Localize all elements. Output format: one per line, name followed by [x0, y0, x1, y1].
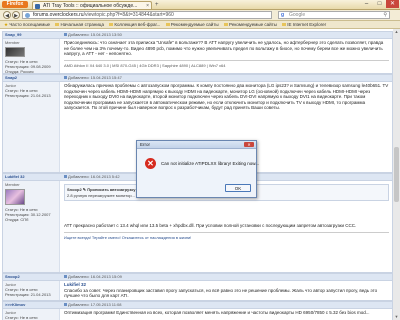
post-body: Оптимизация программ! Единственная из вс… — [64, 310, 389, 316]
post-text: Спасибо за совет. Через планировщик заст… — [64, 287, 378, 299]
post-marker-icon — [64, 275, 67, 278]
dialog-title: Error — [140, 142, 150, 147]
post-body: Обнаружилась причина проблемы с автозапу… — [64, 83, 389, 111]
bookmark-item[interactable]: ★ Часто посещаемые — [4, 21, 50, 28]
quote-text: 2.8 ручную перезагрузите монитор... — [67, 192, 135, 198]
forum-post: >>>Klimov Добавлено: 17.05.2013 11:08 Ju… — [2, 301, 393, 320]
scroll-down-icon[interactable]: ▼ — [393, 314, 400, 320]
post-header: >>>Klimov Добавлено: 17.05.2013 11:08 — [3, 302, 392, 309]
site-identity-icon[interactable] — [25, 13, 30, 18]
bookmark-star-icon: ★ — [4, 22, 9, 27]
new-tab-button[interactable]: + — [155, 1, 159, 9]
folder-icon — [282, 23, 287, 26]
post-body: Lukifiel 32 Спасибо за совет. Через план… — [64, 282, 389, 299]
post-signature[interactable]: Ищите всегда! Теряйте смело! Откажитесь … — [64, 231, 389, 241]
bookmark-item[interactable]: Рекомендуемые сайты — [224, 21, 277, 28]
post-date: Добавлено: 17.05.2013 11:08 — [64, 302, 122, 308]
search-icon[interactable]: ⚲ — [383, 12, 387, 19]
folder-icon — [165, 23, 170, 26]
url-bar[interactable]: forums.overclockers.ru/viewtopic.php?f=8… — [22, 11, 272, 19]
forward-button[interactable]: ▶ — [12, 11, 20, 19]
post-author[interactable]: Lukifiel 32 — [5, 174, 25, 180]
ok-button[interactable]: OK — [225, 184, 251, 192]
url-path: /viewtopic.php?f=8&t=314844&start=960 — [83, 12, 174, 18]
back-button[interactable]: ◀ — [3, 11, 11, 19]
post-marker-icon — [64, 33, 67, 36]
user-info: Member Статус: Не в сети Регистрация: 30… — [3, 181, 60, 272]
minimize-button[interactable]: – — [360, 0, 373, 8]
post-text: Обнаружилась причина проблемы с автозапу… — [64, 83, 389, 111]
forum-post: Snoop2 Добавлено: 16.04.2013 15:09 Junio… — [2, 273, 393, 301]
url-domain: forums.overclockers.ru — [33, 12, 84, 18]
post-author[interactable]: Snap2 — [5, 75, 17, 81]
bookmark-item[interactable]: Коллекция веб-фраг... — [109, 21, 160, 28]
post-header: Snap_99 Добавлено: 15.04.2013 13:50 — [3, 32, 392, 39]
bookmarks-bar: ★ Часто посещаемые Начальная страница Ко… — [0, 21, 400, 29]
post-body: Присоединяюсь: что означает эта приписка… — [64, 40, 389, 68]
search-placeholder: Google — [289, 12, 306, 18]
quote-author[interactable]: Lukifiel 32 — [64, 282, 86, 287]
dialog-titlebar: Error ✕ — [137, 141, 256, 149]
user-location: Откуда: СПб — [5, 217, 29, 222]
post-date: Добавлено: 16.04.2013 15:09 — [64, 274, 122, 280]
post-date: Добавлено: 15.04.2013 13:50 — [64, 32, 122, 38]
maximize-button[interactable]: □ — [373, 0, 386, 8]
user-info: Junior Статус: Не в сети Регистрация: 21… — [3, 82, 60, 172]
user-status: Статус: Не в сети — [5, 315, 38, 320]
post-author[interactable]: >>>Klimov — [5, 302, 25, 308]
post-header: Snoop2 Добавлено: 16.04.2013 15:09 — [3, 274, 392, 281]
bookmark-item[interactable]: Рекомендуемые сайты — [165, 21, 219, 28]
navigation-bar: ◀ ▶ forums.overclockers.ru/viewtopic.php… — [0, 10, 400, 21]
tab-favicon-icon — [35, 4, 40, 9]
post-text: ATT прекрасно работает с 13.4 whql или 1… — [64, 223, 357, 229]
page-scrollbar[interactable]: ▲ ▼ — [393, 29, 400, 320]
user-registered: Регистрация: 21.04.2013 — [5, 292, 51, 297]
post-header: Snap2 Добавлено: 15.04.2013 15:47 — [3, 75, 392, 82]
post-text: Присоединяюсь: что означает эта приписка… — [64, 40, 384, 57]
tab-title: ATI Tray Tools :: официальное обсужде... — [43, 3, 138, 9]
post-date: Добавлено: 15.04.2013 15:47 — [64, 75, 122, 81]
browser-titlebar: Firefox ATI Tray Tools :: официальное об… — [0, 0, 400, 10]
folder-icon — [109, 23, 114, 26]
post-marker-icon — [64, 303, 67, 306]
browser-tab[interactable]: ATI Tray Tools :: официальное обсужде...… — [32, 1, 152, 9]
user-info: Member Статус: Не в сети Регистрация: 09… — [3, 39, 60, 74]
user-rank: Member — [5, 40, 20, 45]
user-rank: Member — [5, 182, 20, 187]
user-info: Junior Статус: Не в сети — [3, 309, 60, 320]
bookmark-item[interactable]: Начальная страница — [55, 21, 104, 28]
post-marker-icon — [64, 76, 67, 79]
post-date: Добавлено: 16.04.2013 5:42 — [64, 174, 120, 180]
post-author[interactable]: Snap_99 — [5, 32, 21, 38]
folder-icon — [224, 23, 229, 26]
window-close-button[interactable]: ✕ — [386, 0, 399, 8]
forum-post: Snap_99 Добавлено: 15.04.2013 13:50 Memb… — [2, 31, 393, 74]
user-registered: Регистрация: 21.04.2013 — [5, 93, 51, 98]
dialog-close-button[interactable]: ✕ — [244, 142, 254, 147]
post-signature: AMD Athlon II X4 640 3.0 | MSI 870-G45 |… — [64, 59, 389, 69]
scroll-up-icon[interactable]: ▲ — [393, 29, 400, 35]
error-dialog: Error ✕ ✕ Can not initialize ATIPDLXX li… — [136, 140, 259, 198]
folder-icon — [55, 23, 60, 26]
google-icon: g — [281, 12, 285, 18]
tab-close-icon[interactable]: × — [146, 2, 149, 9]
post-marker-icon — [64, 175, 67, 178]
avatar — [5, 189, 25, 205]
post-text: Оптимизация программ! Единственная из вс… — [64, 310, 370, 315]
bookmark-item[interactable]: IE Internet Explorer — [282, 21, 326, 28]
firefox-menu-button[interactable]: Firefox — [2, 1, 28, 8]
post-author[interactable]: Snoop2 — [5, 274, 20, 280]
quote-author: Snoop2 ✎ Прописать автозагрузку ATT... — [67, 187, 147, 192]
error-icon: ✕ — [145, 158, 156, 169]
avatar — [5, 47, 25, 57]
scrollbar-thumb[interactable] — [394, 147, 399, 202]
user-info: Junior Статус: Не в сети Регистрация: 21… — [3, 281, 60, 300]
search-box[interactable]: g Google ⚲ — [278, 11, 390, 19]
dialog-message: Can not initialize ATIPDLXX library! Exi… — [161, 161, 259, 166]
